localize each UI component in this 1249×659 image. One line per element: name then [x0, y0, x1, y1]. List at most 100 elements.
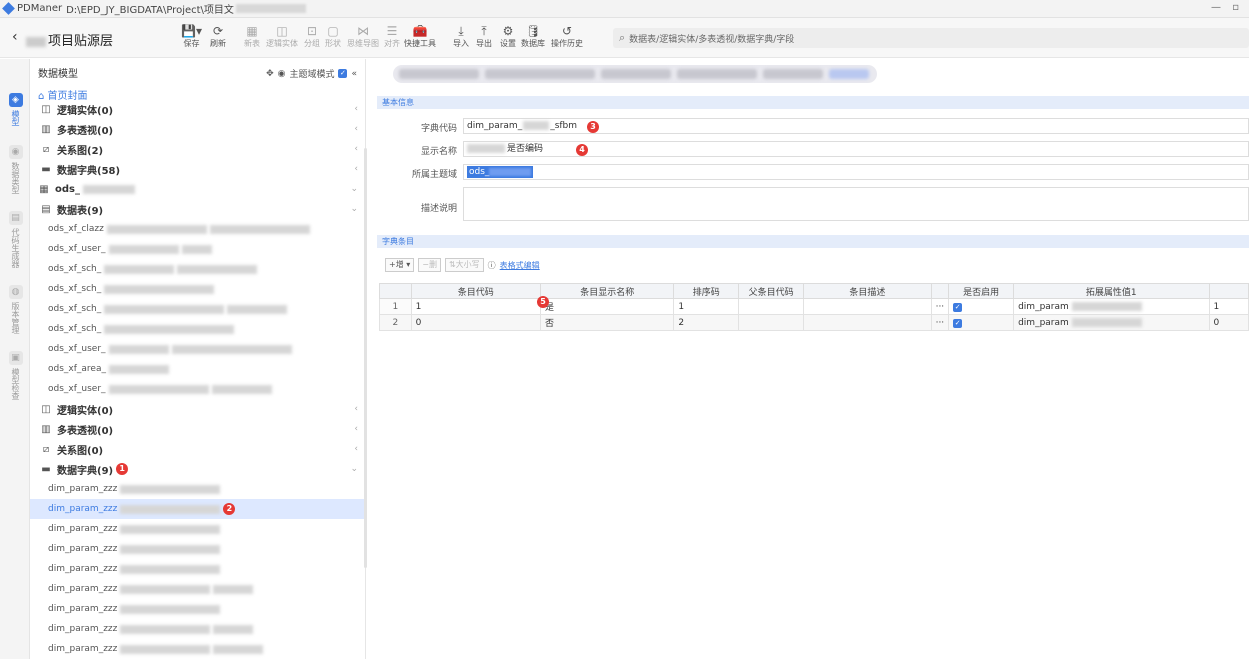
tree-dict-0[interactable]: dim_param_zzz — [30, 479, 365, 499]
cell-code[interactable]: 0 — [410, 314, 542, 331]
toolbar-quick-button[interactable]: 🧰 快捷工具 — [404, 24, 436, 49]
table-row[interactable]: 2 0 否 2 ··· ✓ dim_param 0 — [379, 314, 1249, 331]
tree-table-0[interactable]: ods_xf_clazz — [30, 219, 365, 239]
cell-sort[interactable]: 2 — [673, 314, 740, 331]
cell-enabled[interactable]: ✓ — [948, 298, 1015, 315]
delete-row-button[interactable]: −删 — [418, 258, 441, 272]
tree-dict-1[interactable]: dim_param_zzz 2 — [30, 499, 365, 519]
column-header-8[interactable]: 拓展属性值1 — [1013, 283, 1210, 299]
cell-ext1[interactable]: dim_param — [1013, 314, 1210, 331]
tree-ods-module[interactable]: ▦ ods_ ⌄ — [30, 179, 365, 199]
enabled-checkbox[interactable]: ✓ — [953, 318, 963, 328]
eye-icon[interactable]: ◉ — [278, 69, 286, 79]
cell-more[interactable]: ··· — [930, 298, 950, 315]
tree-table-4[interactable]: ods_xf_sch_ — [30, 299, 365, 319]
table-edit-link[interactable]: 表格式编辑 — [500, 260, 540, 271]
cell-name[interactable]: 是 — [540, 298, 675, 315]
cell-ext2[interactable]: 1 — [1208, 298, 1249, 315]
tree-dict-8[interactable]: dim_param_zzz — [30, 639, 365, 659]
column-header-0[interactable] — [379, 283, 412, 299]
subject-domain-select[interactable]: ods_ — [463, 164, 1249, 180]
toolbar-logic-button[interactable]: ◫ 逻辑实体 — [266, 24, 298, 49]
back-icon[interactable]: ‹ — [12, 29, 18, 45]
column-header-3[interactable]: 排序码 — [673, 283, 740, 299]
expand-chevron-icon[interactable]: ‹ — [354, 404, 358, 414]
info-icon[interactable]: ⓘ — [488, 260, 496, 271]
toolbar-refresh-button[interactable]: ⟳ 刷新 — [210, 24, 226, 49]
expand-chevron-icon[interactable]: ⌄ — [350, 184, 358, 194]
cell-ext2[interactable]: 0 — [1208, 314, 1249, 331]
toolbar-align-button[interactable]: ☰ 对齐 — [384, 24, 400, 49]
tree-dict-5[interactable]: dim_param_zzz — [30, 579, 365, 599]
case-toggle-button[interactable]: ⇅大小写 — [444, 258, 484, 272]
tree-table-7[interactable]: ods_xf_area_ — [30, 359, 365, 379]
cell-enabled[interactable]: ✓ — [948, 314, 1015, 331]
expand-chevron-icon[interactable]: ‹ — [354, 444, 358, 454]
toolbar-new-button[interactable]: ▦ 新表 — [244, 24, 260, 49]
display-name-field[interactable]: 是否编码 4 — [463, 141, 1249, 157]
tree-table-2[interactable]: ods_xf_sch_ — [30, 259, 365, 279]
cell-code[interactable]: 1 — [410, 298, 542, 315]
tree-dict-4[interactable]: dim_param_zzz — [30, 559, 365, 579]
toolbar-export-button[interactable]: ⤒ 导出 — [476, 24, 492, 49]
expand-chevron-icon[interactable]: ⌄ — [350, 204, 358, 214]
locate-icon[interactable]: ✥ — [266, 69, 274, 79]
toolbar-import-button[interactable]: ⤓ 导入 — [453, 24, 469, 49]
tree-table-6[interactable]: ods_xf_user_ — [30, 339, 365, 359]
expand-chevron-icon[interactable]: ‹ — [354, 144, 358, 154]
cell-name[interactable]: 否 — [540, 314, 675, 331]
tree-dict-7[interactable]: dim_param_zzz — [30, 619, 365, 639]
tree-tables-group[interactable]: ▤ 数据表(9) ⌄ — [30, 199, 365, 219]
open-tabs[interactable] — [393, 65, 877, 83]
cell-ext1[interactable]: dim_param — [1013, 298, 1210, 315]
toolbar-mindmap-button[interactable]: ⋈ 思维导图 — [347, 24, 379, 49]
column-header-1[interactable]: 条目代码 — [410, 283, 542, 299]
tree-table-5[interactable]: ods_xf_sch_ — [30, 319, 365, 339]
column-header-7[interactable]: 是否启用 — [948, 283, 1015, 299]
column-header-5[interactable]: 条目描述 — [803, 283, 932, 299]
expand-chevron-icon[interactable]: ‹ — [354, 424, 358, 434]
expand-chevron-icon[interactable]: ‹ — [354, 124, 358, 134]
tree-group1-3[interactable]: ▬ 数据字典(58) ‹ — [30, 159, 365, 179]
rail-item-4[interactable]: ▣ 模型检查 — [6, 351, 25, 400]
theme-mode-checkbox[interactable]: ✓ — [338, 69, 348, 78]
tree-dict-6[interactable]: dim_param_zzz — [30, 599, 365, 619]
rail-item-0[interactable]: ◈ 模型 — [6, 93, 25, 126]
toolbar-group-button[interactable]: ⊡ 分组 — [304, 24, 320, 49]
cell-desc[interactable] — [803, 298, 932, 315]
rail-item-2[interactable]: ▤ 代码生成器 — [6, 211, 25, 268]
tree-table-1[interactable]: ods_xf_user_ — [30, 239, 365, 259]
column-header-9[interactable] — [1208, 283, 1249, 299]
tree-table-8[interactable]: ods_xf_user_ — [30, 379, 365, 399]
window-controls[interactable]: — ▫ — [1211, 2, 1243, 13]
tree-group1-2[interactable]: ⧄ 关系图(2) ‹ — [30, 139, 365, 159]
cell-parent[interactable] — [738, 314, 805, 331]
tree-group2-2[interactable]: ⧄ 关系图(0) ‹ — [30, 439, 365, 459]
tree-dict-2[interactable]: dim_param_zzz — [30, 519, 365, 539]
tree-group2-3[interactable]: ▬ 数据字典(9) 1 ⌄ — [30, 459, 365, 479]
table-row[interactable]: 1 1 是 1 ··· ✓ dim_param 1 — [379, 298, 1249, 315]
cell-desc[interactable] — [803, 314, 932, 331]
column-header-6[interactable] — [930, 283, 950, 299]
toolbar-db-button[interactable]: 🛢 数据库 — [521, 24, 545, 49]
toolbar-settings-button[interactable]: ⚙ 设置 — [500, 24, 516, 49]
cell-more[interactable]: ··· — [930, 314, 950, 331]
tree-group1-0[interactable]: ◫ 逻辑实体(0) ‹ — [30, 99, 365, 119]
tree-group2-1[interactable]: ▥ 多表透视(0) ‹ — [30, 419, 365, 439]
search-input[interactable]: ⌕ 数据表/逻辑实体/多表透视/数据字典/字段 — [613, 28, 1249, 48]
tree-group1-1[interactable]: ▥ 多表透视(0) ‹ — [30, 119, 365, 139]
expand-chevron-icon[interactable]: ‹ — [354, 164, 358, 174]
rail-item-1[interactable]: ◉ 数据类型 — [6, 145, 25, 194]
collapse-icon[interactable]: « — [351, 69, 357, 79]
dict-code-field[interactable]: dim_param_ _sfbm 3 — [463, 118, 1249, 134]
expand-chevron-icon[interactable]: ‹ — [354, 104, 358, 114]
toolbar-shape-button[interactable]: ▢ 形状 — [325, 24, 341, 49]
description-textarea[interactable] — [463, 187, 1249, 221]
rail-item-3[interactable]: ◍ 版本管理 — [6, 285, 25, 334]
cell-parent[interactable] — [738, 298, 805, 315]
column-header-2[interactable]: 条目显示名称 — [540, 283, 675, 299]
add-row-button[interactable]: +增 ▾ — [385, 258, 415, 272]
toolbar-history-button[interactable]: ↺ 操作历史 — [551, 24, 583, 49]
tree-dict-3[interactable]: dim_param_zzz — [30, 539, 365, 559]
expand-chevron-icon[interactable]: ⌄ — [350, 464, 358, 474]
